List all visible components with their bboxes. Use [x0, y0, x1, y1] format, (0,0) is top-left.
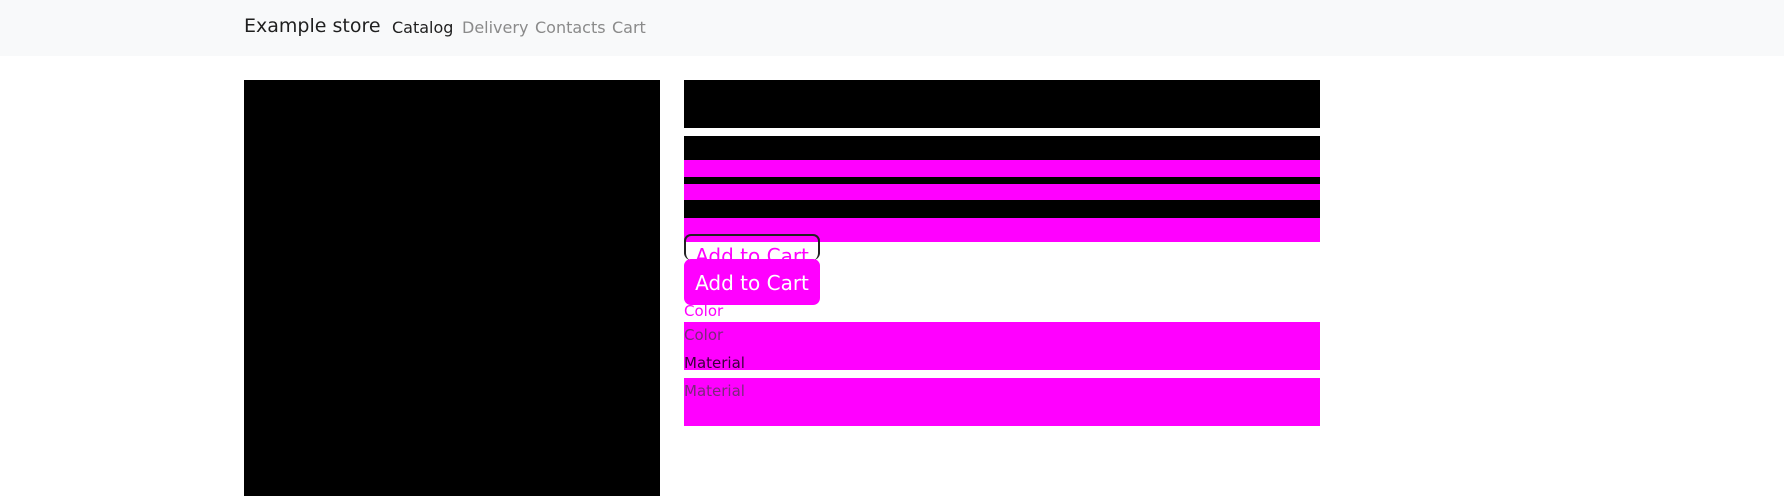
nav-link-catalog[interactable]: Catalog: [392, 18, 453, 37]
add-to-cart-button[interactable]: Add to Cart: [684, 259, 820, 305]
color-select[interactable]: Color: [684, 322, 1320, 370]
description-line: [684, 177, 1320, 184]
add-to-cart-button-ghost: Add to Cart: [684, 234, 820, 260]
description-line: [684, 184, 1320, 200]
material-label: Material: [684, 354, 745, 372]
description-line: [684, 160, 1320, 177]
top-navbar: Example store Catalog Delivery Contacts …: [0, 0, 1784, 56]
description-line: [684, 136, 1320, 160]
material-select-value: Material: [684, 382, 745, 400]
nav-link-contacts[interactable]: Contacts: [535, 18, 606, 37]
color-select-value: Color: [684, 326, 724, 344]
description-line: [684, 200, 1320, 218]
nav-link-delivery[interactable]: Delivery: [462, 18, 528, 37]
brand-link[interactable]: Example store: [244, 15, 381, 37]
color-label: Color: [684, 302, 724, 320]
product-title-block: [684, 80, 1320, 128]
material-select[interactable]: Material: [684, 378, 1320, 426]
nav-link-cart[interactable]: Cart: [612, 18, 646, 37]
product-image: [244, 80, 660, 496]
